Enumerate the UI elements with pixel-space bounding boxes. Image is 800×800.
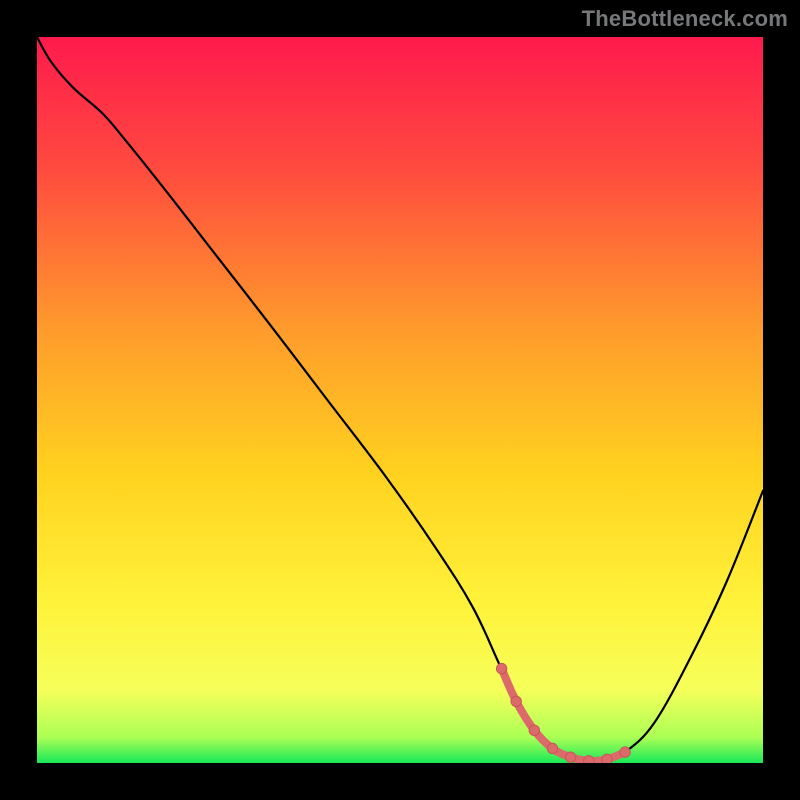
plot-area bbox=[37, 37, 763, 763]
trough-marker bbox=[565, 752, 575, 762]
trough-marker bbox=[602, 754, 612, 763]
gradient-background bbox=[37, 37, 763, 763]
watermark-text: TheBottleneck.com bbox=[582, 6, 788, 32]
chart-frame: TheBottleneck.com bbox=[0, 0, 800, 800]
trough-marker bbox=[496, 663, 506, 673]
trough-marker bbox=[584, 756, 594, 763]
trough-marker bbox=[547, 743, 557, 753]
trough-marker bbox=[511, 696, 521, 706]
trough-marker bbox=[529, 725, 539, 735]
chart-svg bbox=[37, 37, 763, 763]
trough-marker bbox=[620, 747, 630, 757]
